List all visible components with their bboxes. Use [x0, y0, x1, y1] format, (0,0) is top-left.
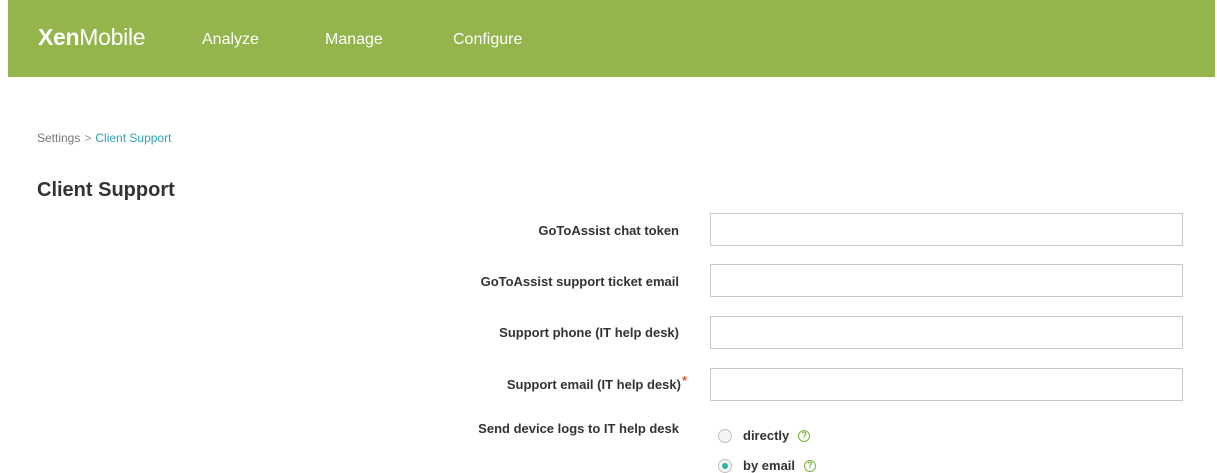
send-logs-directly-label[interactable]: directly [743, 428, 789, 443]
breadcrumb-settings-link[interactable]: Settings [37, 131, 80, 145]
support-phone-input[interactable] [710, 316, 1183, 349]
breadcrumb-current[interactable]: Client Support [95, 131, 171, 145]
help-circle-icon[interactable]: ? [804, 459, 817, 472]
send-logs-directly-option[interactable]: directly ? [718, 428, 811, 443]
logo-light-text: Mobile [79, 24, 146, 50]
send-logs-by-email-option[interactable]: by email ? [718, 458, 817, 473]
support-email-label-wrap: Support email (IT help desk)* [506, 373, 687, 392]
support-email-input[interactable] [710, 368, 1183, 401]
send-logs-by-email-label[interactable]: by email [743, 458, 795, 473]
gotoassist-chat-token-input[interactable] [710, 213, 1183, 246]
gotoassist-ticket-email-label: GoToAssist support ticket email [480, 274, 679, 289]
radio-selected-icon[interactable] [718, 458, 732, 473]
gotoassist-ticket-email-input[interactable] [710, 264, 1183, 297]
top-navigation-bar: XenMobile Analyze Manage Configure [8, 0, 1215, 77]
nav-manage[interactable]: Manage [325, 31, 383, 49]
help-circle-icon[interactable]: ? [798, 429, 811, 442]
radio-unselected-icon[interactable] [718, 428, 732, 443]
send-logs-label: Send device logs to IT help desk [478, 421, 679, 436]
gotoassist-chat-token-label: GoToAssist chat token [538, 223, 679, 238]
support-email-label: Support email (IT help desk) [506, 377, 681, 392]
nav-configure[interactable]: Configure [453, 31, 522, 49]
logo-bold-text: Xen [38, 24, 80, 50]
breadcrumb: Settings > Client Support [37, 131, 171, 145]
support-phone-label: Support phone (IT help desk) [499, 325, 679, 340]
xenmobile-logo[interactable]: XenMobile [38, 24, 146, 51]
required-asterisk: * [681, 373, 687, 388]
breadcrumb-separator: > [84, 131, 92, 145]
nav-analyze[interactable]: Analyze [202, 31, 259, 49]
page-title: Client Support [37, 179, 175, 201]
